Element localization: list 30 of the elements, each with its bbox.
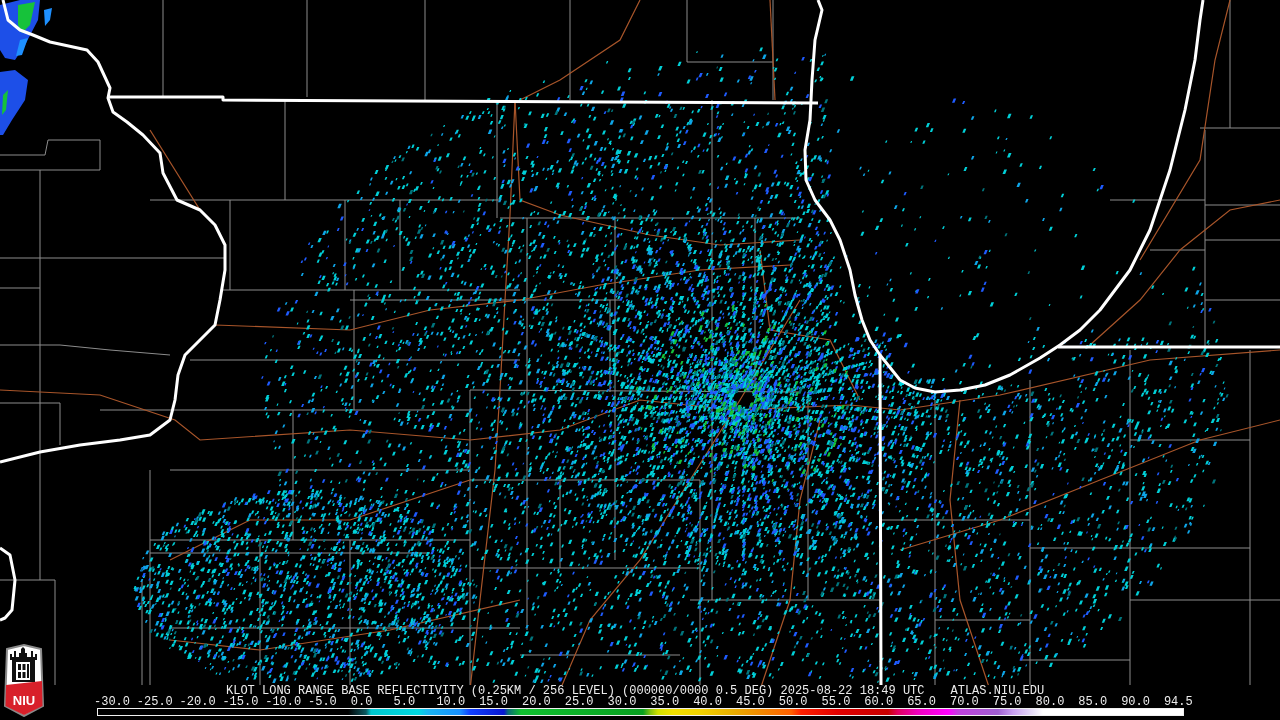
- scale-label: -5.0: [308, 697, 338, 708]
- scale-label: 35.0: [650, 697, 680, 708]
- product-title: KLOT LONG RANGE BASE REFLECTIVITY (0.25KM / 256 LEVEL) (000000/0000 0.5 DEG) 2025-08-22 18:49 UTC: [226, 686, 925, 697]
- scale-label: 55.0: [821, 697, 852, 708]
- scale-label: 90.0: [1121, 697, 1151, 708]
- scale-label: -10.0: [265, 697, 303, 708]
- scale-label: 40.0: [693, 697, 723, 708]
- scale-label: 30.0: [607, 697, 637, 708]
- logo-text: NIU: [11, 694, 37, 707]
- scale-label: 85.0: [1078, 697, 1109, 708]
- scale-label: 75.0: [992, 697, 1023, 708]
- scale-label: -20.0: [179, 697, 217, 708]
- website-address: ATLAS.NIU.EDU: [950, 686, 1045, 697]
- scale-label: 94.5: [1163, 697, 1194, 708]
- scale-label: 15.0: [479, 697, 508, 708]
- scale-label: 60.0: [864, 697, 895, 708]
- scale-label: 25.0: [564, 697, 594, 708]
- scale-label: 10.0: [436, 697, 467, 708]
- scale-label: 0.0: [350, 697, 374, 708]
- scale-label: 50.0: [778, 697, 809, 708]
- scale-label: 45.0: [735, 697, 765, 708]
- scale-label: 20.0: [521, 697, 552, 708]
- scale-label: 80.0: [1035, 697, 1066, 708]
- scale-label: 5.0: [393, 697, 417, 708]
- tower-shield-icon: [3, 644, 45, 717]
- scale-label: 65.0: [907, 697, 937, 708]
- scale-label: 70.0: [949, 697, 980, 708]
- scale-label: -15.0: [222, 697, 260, 708]
- scale-label: -25.0: [136, 697, 174, 708]
- scale-label: -30.0: [94, 697, 131, 708]
